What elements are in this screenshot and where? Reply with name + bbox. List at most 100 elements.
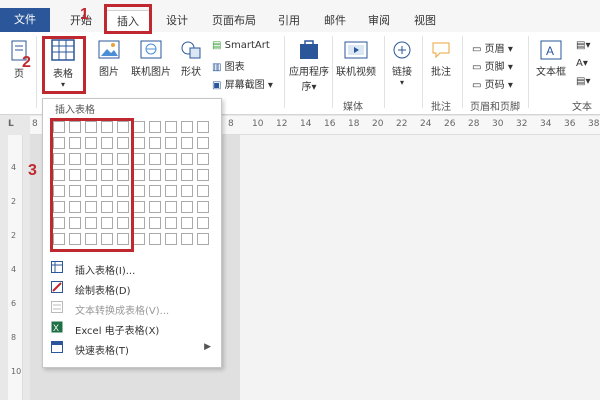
table-grid-cell[interactable] — [133, 137, 145, 149]
ruler-tick: 10 — [11, 367, 22, 376]
table-grid-cell[interactable] — [165, 169, 177, 181]
chevron-down-icon: ▾ — [399, 78, 404, 87]
table-grid-cell[interactable] — [149, 153, 161, 165]
apps-button[interactable]: 应用程序 序▾ — [288, 40, 330, 93]
table-grid-cell[interactable] — [165, 185, 177, 197]
table-grid-cell[interactable] — [197, 217, 209, 229]
picture-button[interactable]: 图片 — [92, 40, 126, 78]
quick-table-icon — [51, 341, 63, 353]
menu-item-text-to-table: 文本转换成表格(V)... — [49, 299, 217, 317]
ruler-tick: 8 — [228, 119, 234, 129]
tab-review[interactable]: 审阅 — [362, 10, 396, 32]
footer-button[interactable]: ▭ 页脚 ▾ — [472, 58, 513, 73]
table-grid-cell[interactable] — [165, 233, 177, 245]
table-grid-cell[interactable] — [181, 121, 193, 133]
convert-icon — [51, 301, 63, 313]
page-number-icon: ▭ — [472, 80, 482, 91]
header-button[interactable]: ▭ 页眉 ▾ — [472, 40, 513, 55]
menu-item-draw-table[interactable]: 绘制表格(D) — [49, 279, 217, 297]
svg-text:A: A — [546, 44, 554, 58]
ruler-tick: 12 — [276, 119, 288, 129]
table-grid-cell[interactable] — [133, 121, 145, 133]
table-grid-cell[interactable] — [181, 169, 193, 181]
menu-item-excel-spreadsheet[interactable]: X Excel 电子表格(X) — [49, 319, 217, 337]
online-video-button[interactable]: 联机视频 — [334, 40, 378, 78]
dropcap-icon[interactable]: ▤▾ — [576, 76, 590, 87]
table-grid-cell[interactable] — [181, 201, 193, 213]
chart-button[interactable]: ▥ 图表 — [212, 58, 245, 73]
table-grid-cell[interactable] — [197, 121, 209, 133]
shapes-button[interactable]: 形状 — [176, 40, 206, 78]
ruler-tick: 22 — [396, 119, 408, 129]
menu-item-label: 插入表格(I)... — [75, 266, 136, 277]
online-picture-button[interactable]: 联机图片 — [128, 40, 174, 78]
menu-item-insert-table[interactable]: 插入表格(I)... — [49, 259, 217, 277]
ruler-tick: 16 — [324, 119, 336, 129]
page-number-button[interactable]: ▭ 页码 ▾ — [472, 76, 513, 91]
svg-text:X: X — [53, 323, 59, 333]
chevron-down-icon: ▾ — [267, 80, 273, 91]
online-picture-icon — [140, 40, 162, 59]
menu-item-quick-tables[interactable]: 快速表格(T) ▶ — [49, 339, 217, 357]
table-grid-cell[interactable] — [149, 137, 161, 149]
table-grid-cell[interactable] — [181, 217, 193, 229]
table-grid-cell[interactable] — [165, 121, 177, 133]
group-separator — [284, 36, 285, 108]
ruler-tick: 10 — [252, 119, 264, 129]
table-grid-cell[interactable] — [165, 201, 177, 213]
table-grid-cell[interactable] — [197, 185, 209, 197]
tab-view[interactable]: 视图 — [408, 10, 442, 32]
quick-parts-icon[interactable]: ▤▾ — [576, 40, 590, 51]
tab-mailings[interactable]: 邮件 — [318, 10, 352, 32]
table-grid-cell[interactable] — [149, 201, 161, 213]
picture-icon — [98, 40, 120, 59]
comment-icon — [432, 42, 450, 59]
table-grid-cell[interactable] — [165, 217, 177, 229]
ruler-tick: 32 — [516, 119, 528, 129]
ruler-tick: 20 — [372, 119, 384, 129]
table-grid-cell[interactable] — [181, 137, 193, 149]
screenshot-icon: ▣ — [212, 80, 222, 91]
tab-page-layout[interactable]: 页面布局 — [204, 10, 264, 32]
table-grid-cell[interactable] — [133, 169, 145, 181]
table-grid-cell[interactable] — [133, 217, 145, 229]
table-grid-cell[interactable] — [133, 201, 145, 213]
excel-icon: X — [51, 321, 63, 333]
table-grid-cell[interactable] — [197, 201, 209, 213]
insert-table-title: 插入表格 — [55, 105, 95, 116]
table-grid-cell[interactable] — [181, 233, 193, 245]
tab-references[interactable]: 引用 — [272, 10, 306, 32]
link-button[interactable]: 链接 ▾ — [386, 40, 418, 87]
ruler-tick: 4 — [11, 265, 17, 274]
table-grid-cell[interactable] — [165, 153, 177, 165]
table-grid-cell[interactable] — [149, 121, 161, 133]
table-grid-cell[interactable] — [197, 233, 209, 245]
table-grid-cell[interactable] — [133, 185, 145, 197]
table-grid-cell[interactable] — [133, 153, 145, 165]
tab-design[interactable]: 设计 — [160, 10, 194, 32]
tab-file[interactable]: 文件 — [0, 8, 50, 32]
screenshot-button[interactable]: ▣ 屏幕截图 ▾ — [212, 76, 273, 91]
table-grid-cell[interactable] — [181, 153, 193, 165]
textbox-icon: A — [540, 40, 562, 60]
table-grid-cell[interactable] — [149, 233, 161, 245]
table-grid-cell[interactable] — [197, 153, 209, 165]
table-grid-cell[interactable] — [149, 169, 161, 181]
table-grid-cell[interactable] — [197, 169, 209, 181]
tab-stop-marker[interactable]: L — [8, 119, 14, 129]
table-grid-cell[interactable] — [181, 185, 193, 197]
smartart-icon: ▤ — [212, 40, 222, 51]
menu-item-label: 绘制表格(D) — [75, 286, 131, 297]
table-grid-cell[interactable] — [133, 233, 145, 245]
header-footer-group-label: 页眉和页脚 — [470, 102, 520, 113]
table-grid-cell[interactable] — [197, 137, 209, 149]
table-grid-cell[interactable] — [165, 137, 177, 149]
smartart-button[interactable]: ▤ SmartArt — [212, 40, 270, 51]
table-grid-cell[interactable] — [149, 217, 161, 229]
textbox-button[interactable]: A 文本框 — [532, 40, 570, 78]
document-page[interactable] — [240, 135, 600, 400]
comment-button[interactable]: 批注 — [426, 40, 456, 78]
step3-highlight-box — [50, 118, 134, 252]
wordart-icon[interactable]: A▾ — [576, 58, 588, 69]
table-grid-cell[interactable] — [149, 185, 161, 197]
